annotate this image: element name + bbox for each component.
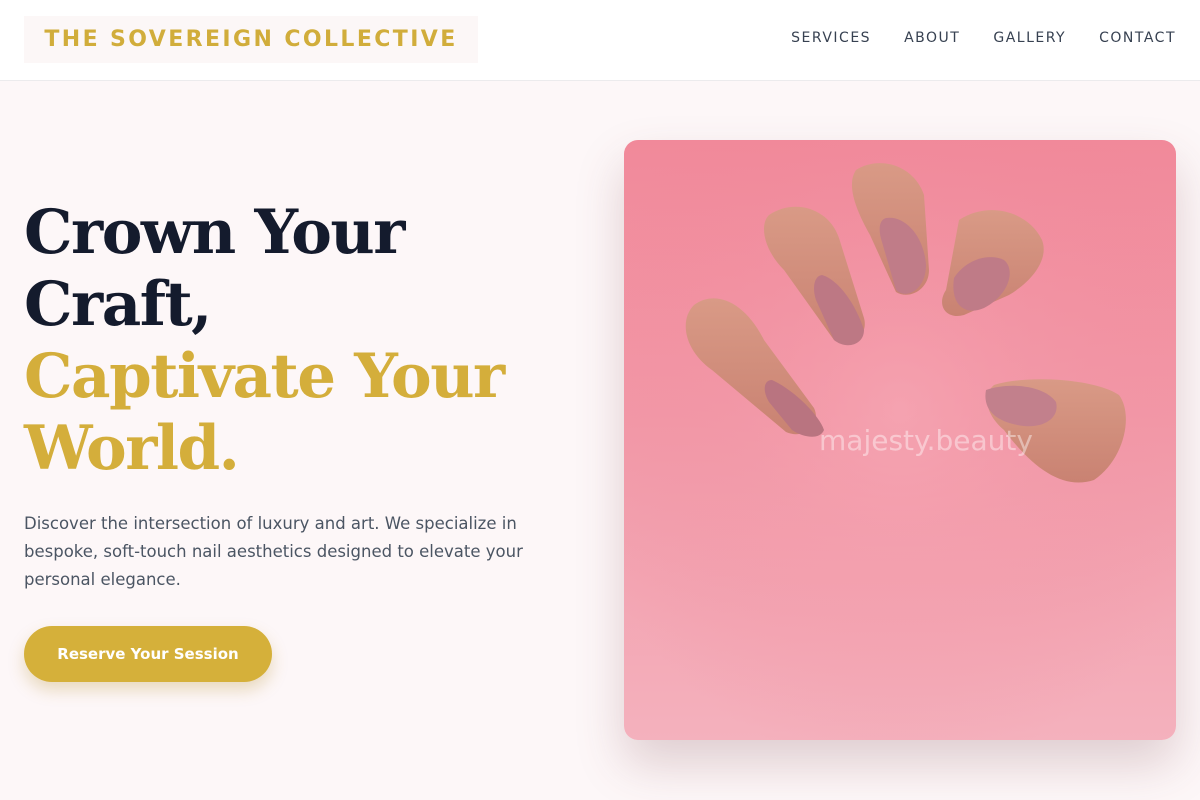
main-nav: SERVICES ABOUT GALLERY CONTACT <box>791 0 1176 76</box>
hero-title-line: Crown Your <box>24 197 405 268</box>
hero-description: Discover the intersection of luxury and … <box>24 514 523 589</box>
hero-title: Crown Your Craft, Captivate Your World. <box>24 197 584 485</box>
brand-logo[interactable]: THE SOVEREIGN COLLECTIVE <box>24 16 478 63</box>
site-header: THE SOVEREIGN COLLECTIVE SERVICES ABOUT … <box>0 0 1200 81</box>
nav-link-services[interactable]: SERVICES <box>791 30 871 46</box>
nav-link-about[interactable]: ABOUT <box>904 30 960 46</box>
hero-title-line: Craft, <box>24 269 212 340</box>
nav-link-gallery[interactable]: GALLERY <box>993 30 1066 46</box>
hero-title-accent-line: World. <box>24 413 240 484</box>
nav-link-contact[interactable]: CONTACT <box>1099 30 1176 46</box>
image-watermark: majesty.beauty <box>819 424 1033 457</box>
reserve-session-button[interactable]: Reserve Your Session <box>24 626 272 682</box>
hero-image: majesty.beauty <box>624 140 1176 740</box>
hero-title-accent-line: Captivate Your <box>24 341 505 412</box>
brand-name: THE SOVEREIGN COLLECTIVE <box>44 27 458 52</box>
